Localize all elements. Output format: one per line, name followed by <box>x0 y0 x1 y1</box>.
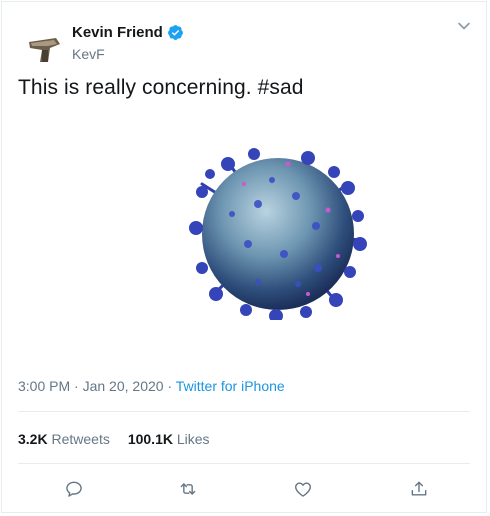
reply-icon[interactable] <box>63 478 85 500</box>
retweet-icon[interactable] <box>177 478 199 500</box>
divider <box>18 411 470 412</box>
tweet-text: This is really concerning. #sad <box>18 76 304 99</box>
divider <box>18 463 470 464</box>
user-handle[interactable]: KevF <box>72 46 105 62</box>
tweet-time[interactable]: 3:00 PM <box>18 378 70 394</box>
tweet-meta: 3:00 PM · Jan 20, 2020 · Twitter for iPh… <box>18 378 285 394</box>
meta-separator: · <box>163 378 176 394</box>
display-name[interactable]: Kevin Friend <box>72 24 163 41</box>
likes-count: 100.1K <box>127 431 173 447</box>
share-icon[interactable] <box>408 478 430 500</box>
tweet-card: Kevin Friend KevF This is really concern… <box>1 1 487 513</box>
user-name-row[interactable]: Kevin Friend <box>72 24 184 41</box>
meta-separator: · <box>70 378 83 394</box>
tweet-date[interactable]: Jan 20, 2020 <box>83 378 164 394</box>
avatar[interactable] <box>26 32 62 68</box>
tweet-stats: 3.2K Retweets 100.1K Likes <box>18 431 210 447</box>
heart-icon[interactable] <box>292 478 314 500</box>
likes-label: Likes <box>176 431 210 447</box>
tweet-media-image[interactable] <box>188 144 368 323</box>
likes-stat[interactable]: 100.1K Likes <box>128 431 210 447</box>
retweets-label: Retweets <box>51 431 110 447</box>
retweets-stat[interactable]: 3.2K Retweets <box>18 431 110 447</box>
verified-badge-icon <box>167 24 184 41</box>
tweet-source-link[interactable]: Twitter for iPhone <box>176 378 285 394</box>
retweets-count: 3.2K <box>18 431 48 447</box>
chevron-down-icon[interactable] <box>456 18 472 34</box>
